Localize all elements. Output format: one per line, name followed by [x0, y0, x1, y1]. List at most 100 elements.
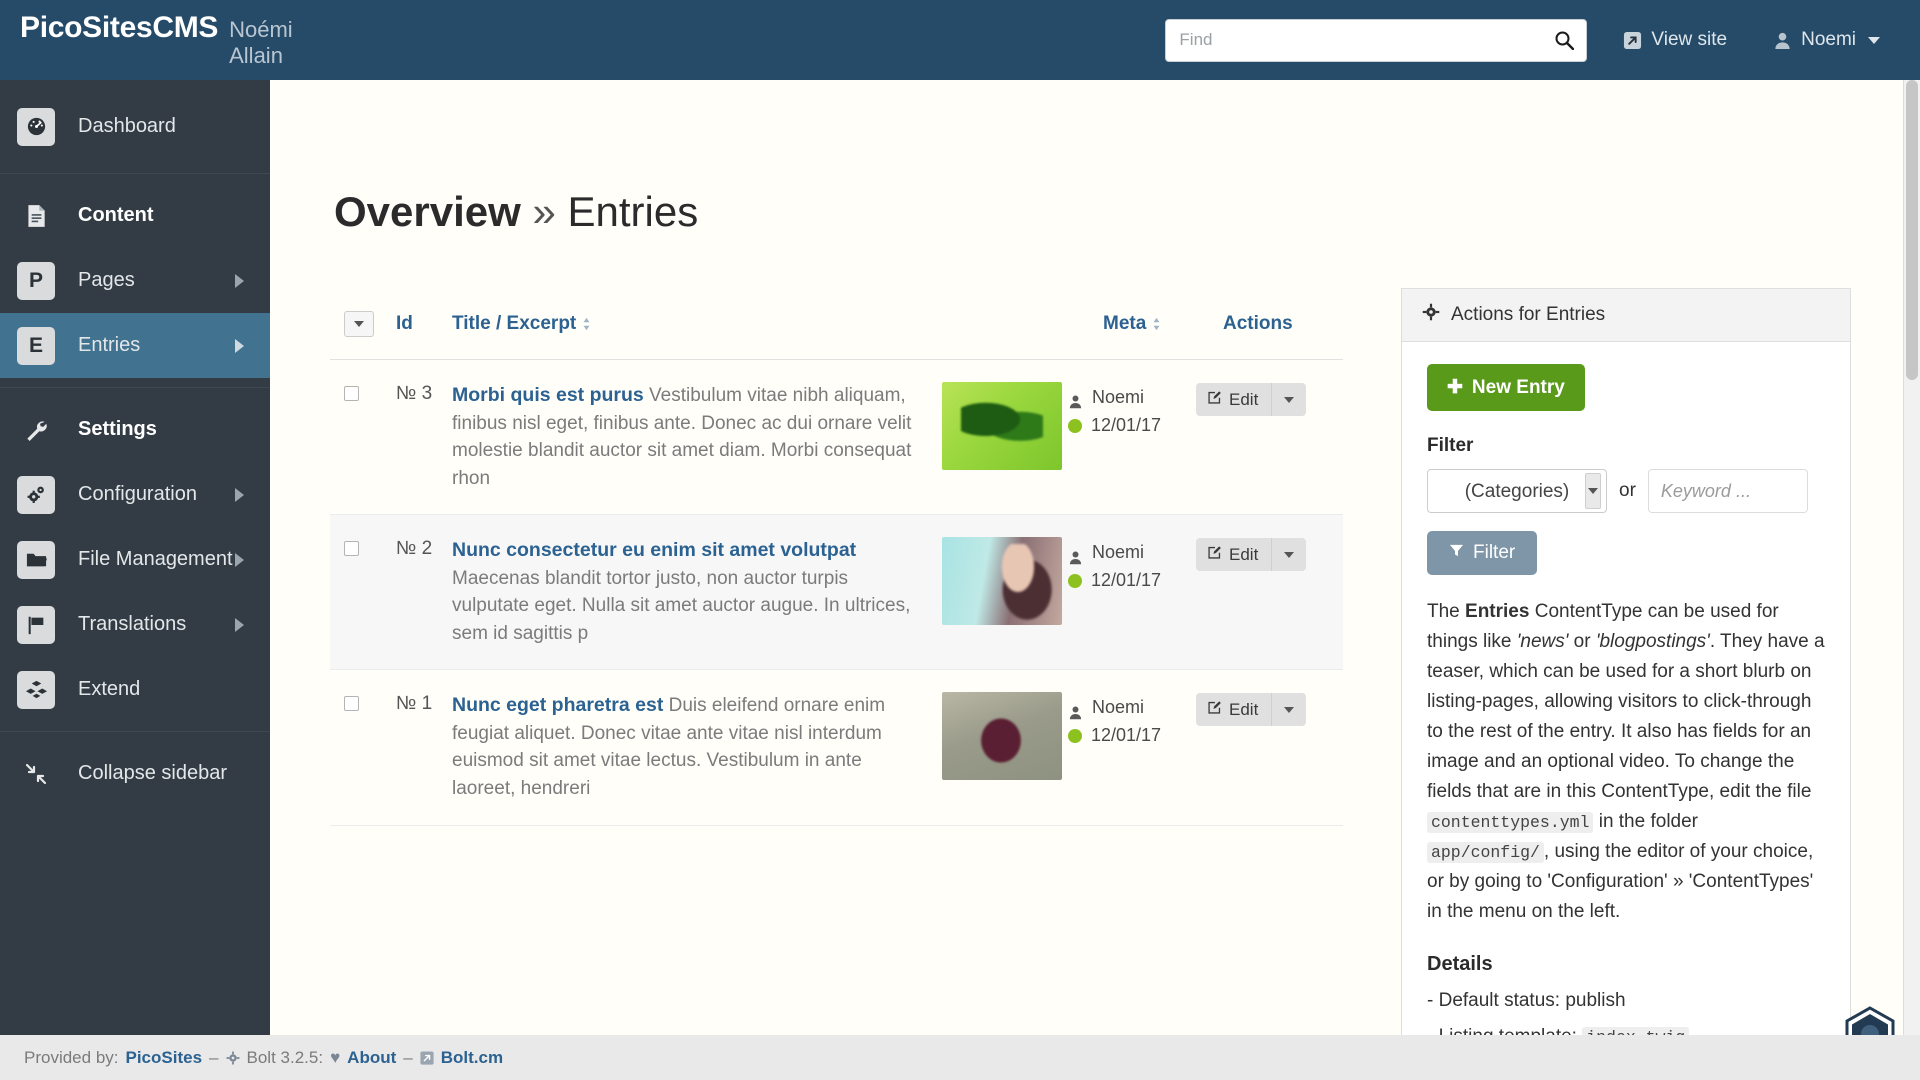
sidebar-item-label: Translations — [78, 613, 187, 635]
row-excerpt: Maecenas blandit tortor justo, non aucto… — [452, 567, 911, 644]
row-checkbox[interactable] — [344, 541, 359, 557]
filter-button[interactable]: Filter — [1427, 531, 1538, 575]
sidebar-item-content[interactable]: Content — [0, 183, 270, 248]
row-date-value: 12/01/17 — [1091, 414, 1162, 435]
table-row[interactable]: № 2 Nunc consectetur eu enim sit amet vo… — [330, 515, 1343, 671]
entries-table: Id Title / Excerpt Meta Actions № 3 Morb… — [330, 288, 1343, 826]
page-scrollbar[interactable] — [1903, 80, 1920, 1035]
row-title-cell: Nunc consectetur eu enim sit amet volutp… — [452, 537, 942, 647]
row-checkbox[interactable] — [344, 696, 359, 712]
view-site-link[interactable]: View site — [1623, 29, 1727, 51]
sidebar-item-configuration[interactable]: Configuration — [0, 462, 270, 527]
footer-about-link[interactable]: About — [347, 1048, 396, 1068]
chevron-right-icon — [235, 552, 244, 567]
table-row[interactable]: № 1 Nunc eget pharetra est Duis eleifend… — [330, 670, 1343, 826]
category-select-wrap[interactable]: (Categories) — [1427, 469, 1607, 513]
table-row[interactable]: № 3 Morbi quis est purus Vestibulum vita… — [330, 360, 1343, 516]
chevron-right-icon — [235, 487, 244, 502]
row-thumbnail-cell — [942, 537, 1068, 626]
row-author: Noemi — [1068, 539, 1196, 567]
row-title-link[interactable]: Morbi quis est purus — [452, 384, 644, 406]
edit-button-inner[interactable]: Edit — [1196, 700, 1271, 720]
edit-button-label: Edit — [1229, 389, 1259, 409]
keyword-input[interactable] — [1647, 469, 1808, 513]
footer-provider-link[interactable]: PicoSites — [126, 1048, 203, 1068]
sidebar-item-label: Collapse sidebar — [78, 762, 227, 784]
footer-boltcm-link[interactable]: Bolt.cm — [441, 1048, 503, 1068]
sidebar-item-extend[interactable]: Extend — [0, 657, 270, 722]
row-thumbnail — [942, 692, 1062, 781]
edit-dropdown-toggle[interactable] — [1272, 396, 1306, 403]
details-heading: Details — [1427, 953, 1493, 976]
scrollbar-thumb[interactable] — [1906, 80, 1918, 380]
column-header-actions-label: Actions — [1223, 312, 1293, 334]
sort-icon[interactable] — [1152, 317, 1161, 331]
search-box[interactable] — [1165, 18, 1588, 62]
new-entry-button[interactable]: ✚ New Entry — [1427, 364, 1585, 411]
dashboard-icon — [17, 107, 55, 146]
chevron-down-icon — [1284, 396, 1295, 403]
entries-icon: E — [17, 326, 55, 365]
row-thumbnail — [942, 382, 1062, 470]
column-header-title[interactable]: Title / Excerpt — [452, 313, 1103, 335]
main-content: Overview » Entries Id Title / Excerpt Me… — [270, 80, 1910, 1035]
row-checkbox[interactable] — [344, 386, 359, 401]
column-header-id[interactable]: Id — [396, 313, 452, 335]
select-all-column — [344, 310, 396, 337]
edit-button-inner[interactable]: Edit — [1196, 545, 1271, 565]
sidebar-item-file-management[interactable]: File Management — [0, 527, 270, 592]
sidebar-item-pages[interactable]: P Pages — [0, 248, 270, 313]
footer-dash-1: – — [209, 1047, 219, 1067]
filter-heading: Filter — [1427, 435, 1474, 456]
footer-bolt-version: Bolt 3.2.5: — [246, 1047, 324, 1067]
sidebar-item-entries[interactable]: E Entries — [0, 313, 270, 378]
edit-button[interactable]: Edit — [1196, 693, 1307, 727]
desc-part-4: . They have a teaser, which can be used … — [1427, 631, 1825, 803]
code-contenttypes-yml: contenttypes.yml — [1427, 812, 1594, 834]
category-select[interactable]: (Categories) — [1427, 469, 1607, 513]
sidebar: Dashboard Content P Pages E Entries Sett… — [0, 80, 270, 1035]
row-title-link[interactable]: Nunc consectetur eu enim sit amet volutp… — [452, 539, 856, 561]
folder-icon — [17, 540, 55, 579]
sort-icon[interactable] — [582, 317, 591, 331]
sidebar-item-label: Settings — [78, 418, 157, 440]
row-title-link[interactable]: Nunc eget pharetra est — [452, 694, 663, 716]
edit-button[interactable]: Edit — [1196, 538, 1307, 572]
row-meta-cell: Noemi 12/01/17 — [1068, 382, 1196, 440]
edit-button-inner[interactable]: Edit — [1196, 390, 1271, 410]
column-header-actions: Actions — [1223, 313, 1343, 335]
row-meta-cell: Noemi 12/01/17 — [1068, 537, 1196, 595]
footer-dash-2: – — [403, 1047, 413, 1067]
sidebar-item-settings[interactable]: Settings — [0, 397, 270, 462]
edit-button[interactable]: Edit — [1196, 383, 1307, 416]
wrench-icon — [17, 411, 55, 449]
sidebar-group-settings: Settings Configuration File Management T… — [0, 388, 270, 732]
row-actions-cell: Edit — [1196, 382, 1326, 416]
collapse-arrows-icon — [17, 755, 55, 793]
row-thumbnail — [942, 537, 1062, 626]
edit-dropdown-toggle[interactable] — [1272, 706, 1306, 713]
search-input[interactable] — [1165, 18, 1588, 62]
external-link-icon — [420, 1048, 434, 1068]
row-date-value: 12/01/17 — [1091, 725, 1162, 746]
brand-area[interactable]: PicoSitesCMS Noémi Allain — [0, 11, 293, 69]
filter-button-label: Filter — [1473, 542, 1516, 563]
pages-icon: P — [17, 261, 55, 300]
gears-icon — [17, 475, 55, 514]
user-icon — [1773, 31, 1792, 50]
select-all-dropdown[interactable] — [344, 310, 374, 337]
sidebar-item-collapse[interactable]: Collapse sidebar — [0, 741, 270, 806]
sidebar-item-translations[interactable]: Translations — [0, 592, 270, 657]
sidebar-item-dashboard[interactable]: Dashboard — [0, 94, 270, 159]
user-menu[interactable]: Noemi — [1773, 29, 1880, 51]
user-icon — [1068, 546, 1083, 564]
row-author: Noemi — [1068, 384, 1196, 412]
row-select-cell — [344, 382, 396, 401]
edit-dropdown-toggle[interactable] — [1272, 551, 1306, 558]
row-meta-cell: Noemi 12/01/17 — [1068, 692, 1196, 750]
row-author-name: Noemi — [1092, 542, 1145, 563]
status-dot-icon — [1068, 574, 1082, 589]
sidebar-group-main: Dashboard — [0, 80, 270, 174]
column-header-meta[interactable]: Meta — [1103, 313, 1223, 335]
site-name: Noémi Allain — [229, 17, 293, 68]
